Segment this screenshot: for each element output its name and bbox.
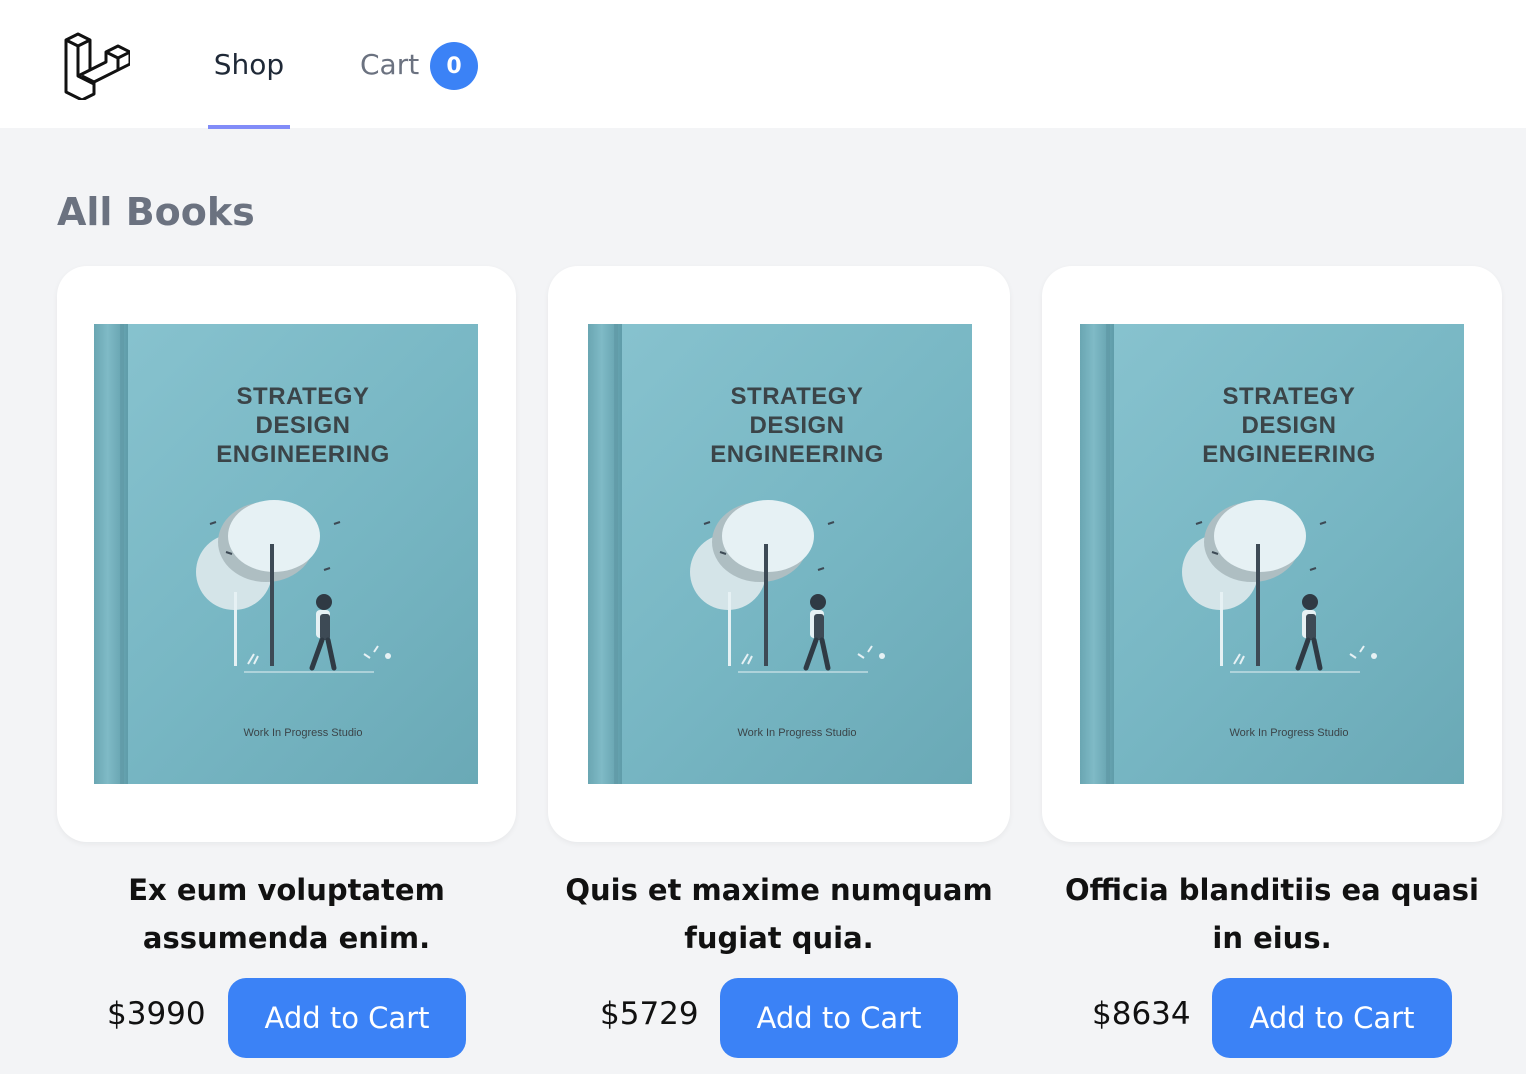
cover-title: STRATEGY DESIGN ENGINEERING — [216, 383, 390, 468]
cover-title: STRATEGY DESIGN ENGINEERING — [1202, 383, 1376, 468]
cover-publisher: Work In Progress Studio — [1229, 727, 1349, 739]
book-card[interactable]: STRATEGY DESIGN ENGINEERING Work In Prog… — [57, 266, 516, 842]
nav-shop-link[interactable]: Shop — [208, 0, 290, 128]
laravel-logo-icon[interactable] — [60, 30, 130, 100]
active-tab-indicator — [208, 125, 290, 129]
book-card[interactable]: STRATEGY DESIGN ENGINEERING Work In Prog… — [548, 266, 1010, 842]
nav-cart-link[interactable]: Cart — [360, 0, 419, 128]
book-title: Ex eum voluptatem assumenda enim. — [128, 873, 445, 955]
cover-title: STRATEGY DESIGN ENGINEERING — [710, 383, 884, 468]
add-to-cart-button[interactable]: Add to Cart — [228, 978, 466, 1058]
book-card[interactable]: STRATEGY DESIGN ENGINEERING Work In Prog… — [1042, 266, 1502, 842]
book-price: $8634 — [1092, 996, 1191, 1032]
tree-walker-illustration-icon — [690, 500, 885, 673]
top-navbar: Shop Cart 0 — [0, 0, 1526, 129]
page-title: All Books — [57, 190, 255, 234]
tree-walker-illustration-icon — [196, 500, 391, 673]
book-cover-image: STRATEGY DESIGN ENGINEERING Work In Prog… — [1080, 324, 1464, 784]
book-cover-image: STRATEGY DESIGN ENGINEERING Work In Prog… — [588, 324, 972, 784]
book-title: Officia blanditiis ea quasi in eius. — [1064, 873, 1479, 955]
book-title: Quis et maxime numquam fugiat quia. — [565, 873, 993, 955]
cover-publisher: Work In Progress Studio — [243, 727, 363, 739]
cart-count-badge[interactable]: 0 — [430, 42, 478, 90]
book-cover-image: STRATEGY DESIGN ENGINEERING Work In Prog… — [94, 324, 478, 784]
add-to-cart-button[interactable]: Add to Cart — [720, 978, 958, 1058]
add-to-cart-button[interactable]: Add to Cart — [1212, 978, 1452, 1058]
book-price: $3990 — [107, 996, 206, 1032]
tree-walker-illustration-icon — [1182, 500, 1377, 673]
cover-publisher: Work In Progress Studio — [737, 727, 857, 739]
book-price: $5729 — [600, 996, 699, 1032]
